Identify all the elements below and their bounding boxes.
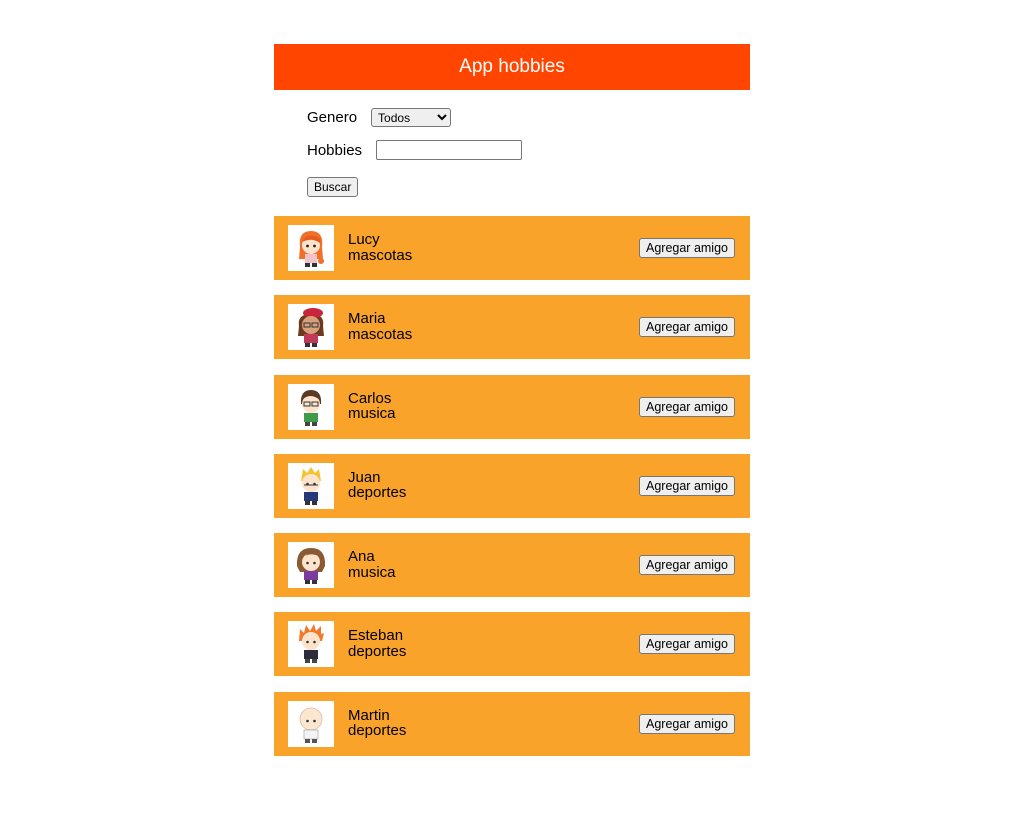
person-info: Martin deportes	[348, 708, 406, 739]
people-list: Lucy mascotas Agregar amigo Maria mascot…	[274, 216, 750, 771]
person-card: Maria mascotas Agregar amigo	[274, 295, 750, 360]
person-info: Carlos musica	[348, 391, 396, 422]
person-hobby: mascotas	[348, 325, 413, 343]
person-name: Lucy	[348, 231, 380, 248]
app-container: App hobbies Genero Todos Hobbies Buscar	[274, 44, 750, 756]
add-friend-button[interactable]: Agregar amigo	[639, 555, 735, 576]
add-friend-button[interactable]: Agregar amigo	[639, 317, 735, 338]
person-card: Ana musica Agregar amigo	[274, 533, 750, 598]
person-card: Carlos musica Agregar amigo	[274, 374, 750, 439]
person-card: Esteban deportes Agregar amigo	[274, 612, 750, 677]
person-card: Juan deportes Agregar amigo	[274, 453, 750, 518]
add-friend-button[interactable]: Agregar amigo	[639, 396, 735, 417]
person-info: Esteban deportes	[348, 628, 406, 659]
person-hobby: deportes	[348, 484, 407, 502]
person-hobby: musica	[348, 563, 396, 581]
hobbies-input[interactable]	[376, 140, 523, 160]
app-header: App hobbies	[274, 44, 750, 90]
boy-bald-avatar	[288, 700, 334, 747]
girl-red-hat-avatar	[288, 304, 334, 351]
person-name: Martin	[348, 706, 390, 724]
add-friend-button[interactable]: Agregar amigo	[639, 713, 735, 734]
buscar-button[interactable]: Buscar	[307, 177, 359, 197]
person-name: Carlos	[348, 389, 392, 407]
person-hobby: deportes	[348, 722, 407, 740]
add-friend-button[interactable]: Agregar amigo	[639, 238, 735, 258]
person-name: Juan	[348, 468, 381, 486]
person-info: Juan deportes	[348, 470, 406, 501]
boy-blonde-avatar	[288, 462, 334, 509]
person-card: Lucy mascotas Agregar amigo	[274, 216, 750, 280]
person-hobby: musica	[348, 405, 396, 423]
hobbies-label: Hobbies	[307, 141, 363, 159]
person-card: Martin deportes Agregar amigo	[274, 691, 750, 756]
genero-row: Genero Todos	[307, 108, 452, 127]
girl-orange-hair-avatar	[288, 225, 334, 271]
person-name: Esteban	[348, 627, 404, 645]
person-info: Lucy mascotas	[348, 232, 412, 263]
add-friend-button[interactable]: Agregar amigo	[639, 634, 735, 655]
app-title: App hobbies	[459, 56, 565, 77]
person-name: Ana	[348, 548, 375, 566]
person-info: Maria mascotas	[348, 311, 412, 342]
person-name: Maria	[348, 310, 386, 328]
boy-spiky-orange-avatar	[288, 621, 334, 668]
girl-brown-hair-avatar	[288, 542, 334, 589]
hobbies-row: Hobbies	[307, 140, 523, 160]
genero-label: Genero	[307, 109, 358, 126]
buscar-row: Buscar	[307, 177, 359, 197]
person-hobby: mascotas	[348, 246, 413, 264]
person-hobby: deportes	[348, 642, 407, 660]
person-info: Ana musica	[348, 549, 396, 580]
boy-glasses-avatar	[288, 383, 334, 430]
add-friend-button[interactable]: Agregar amigo	[639, 475, 735, 496]
genero-select[interactable]: Todos	[371, 108, 452, 127]
